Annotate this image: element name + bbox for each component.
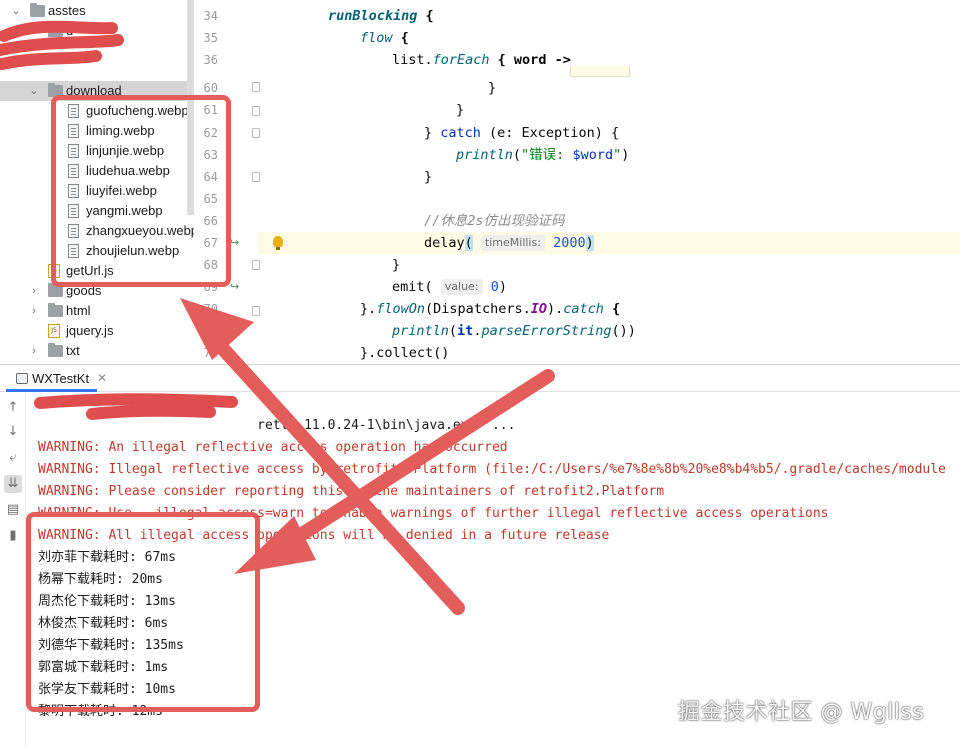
folder-icon [48, 303, 63, 317]
watermark: 掘金技术社区 @ Wgllss [678, 700, 925, 725]
console-warning-line: WARNING: Illegal reflective access by re… [38, 462, 946, 477]
suspend-call-icon: ↪ [230, 236, 240, 249]
current-line-highlight [258, 232, 960, 254]
tree-item-label: txt [66, 343, 80, 358]
run-tab-label: WXTestKt [32, 371, 90, 386]
suspend-call-icon: ↪ [230, 280, 240, 293]
tree-item-label: jquery.js [66, 323, 114, 338]
folder-icon [48, 23, 63, 37]
folder-icon [48, 343, 63, 357]
param-hint: timeMillis: [480, 235, 545, 251]
chevron-down-icon[interactable]: ⌄ [10, 1, 22, 21]
fold-icon[interactable] [252, 128, 260, 138]
line-number: 34 [203, 9, 218, 23]
console-output-line: retto-11.0.24-1\bin\java.exe" ... [38, 418, 516, 433]
kotlin-run-icon [16, 373, 28, 384]
code-line-62: } catch (e: Exception) { [424, 125, 620, 141]
chevron-right-icon[interactable]: › [28, 341, 40, 361]
code-line-69: emit( value: 0) [392, 279, 507, 295]
down-arrow-icon[interactable]: ↓ [4, 423, 22, 441]
code-line-63: println("错误: $word") [456, 147, 630, 163]
code-line-68: } [392, 257, 401, 273]
lightbulb-icon[interactable] [273, 236, 283, 250]
code-line-35: flow { [360, 30, 409, 46]
code-line-36: list.forEach { word -> [392, 52, 571, 68]
console-warning-line: WARNING: An illegal reflective access op… [38, 440, 508, 455]
annotation-box-files [51, 95, 231, 287]
fold-icon[interactable] [252, 106, 260, 116]
code-line-70: }.flowOn(Dispatchers.IO).catch { [360, 301, 621, 317]
line-number: 72 [203, 346, 218, 360]
code-editor[interactable]: 34 35 36 60 61 62 63 64 65 66 67 68 69 70 71 72 ↪ ↪ runBl… [194, 0, 960, 364]
fold-icon[interactable] [252, 306, 260, 316]
code-line-61: } [456, 102, 465, 118]
fold-icon[interactable] [252, 172, 260, 182]
run-toolbar: ↑ ↓ ⤶ ⇊ ▤ ▮ [0, 393, 26, 748]
fold-icon[interactable] [252, 260, 260, 270]
up-arrow-icon[interactable]: ↑ [4, 399, 22, 417]
print-icon[interactable]: ▤ [4, 501, 22, 519]
code-line-34: runBlocking { [328, 8, 434, 24]
annotation-box-results [26, 512, 260, 712]
close-icon[interactable]: ✕ [97, 365, 107, 392]
trash-icon[interactable]: ▮ [4, 527, 22, 545]
code-line-64: } [424, 169, 433, 185]
tree-item-label: asstes [48, 3, 86, 18]
popup-edge [570, 66, 630, 77]
line-number: 35 [203, 31, 218, 45]
code-line-72: }.collect() [360, 345, 450, 361]
fold-icon[interactable] [252, 82, 260, 92]
folder-icon [30, 3, 45, 17]
tree-item-label: d [66, 23, 74, 38]
chevron-down-icon[interactable]: ⌄ [28, 81, 40, 101]
code-line-66: //休息2s仿出现验证码 [424, 213, 565, 229]
js-file-icon: JS [48, 324, 60, 338]
run-tabbar: WXTestKt ✕ [0, 365, 960, 392]
line-number: 71 [203, 324, 218, 338]
code-line-71: println(it.parseErrorString()) [392, 323, 636, 339]
chevron-right-icon[interactable]: › [28, 21, 40, 41]
param-hint: value: [440, 279, 483, 295]
code-line-67: delay( timeMillis: 2000) [424, 235, 594, 251]
line-number: 36 [203, 53, 218, 67]
scroll-end-icon[interactable]: ⇊ [4, 475, 22, 493]
line-number: 70 [203, 302, 218, 316]
code-line-60: } [488, 80, 497, 96]
chevron-right-icon[interactable]: › [28, 281, 40, 301]
run-tab[interactable]: WXTestKt ✕ [6, 365, 107, 392]
wrap-icon[interactable]: ⤶ [4, 449, 22, 467]
chevron-right-icon[interactable]: › [28, 301, 40, 321]
tree-item-label: html [66, 303, 91, 318]
console-warning-line: WARNING: Please consider reporting this … [38, 484, 665, 499]
